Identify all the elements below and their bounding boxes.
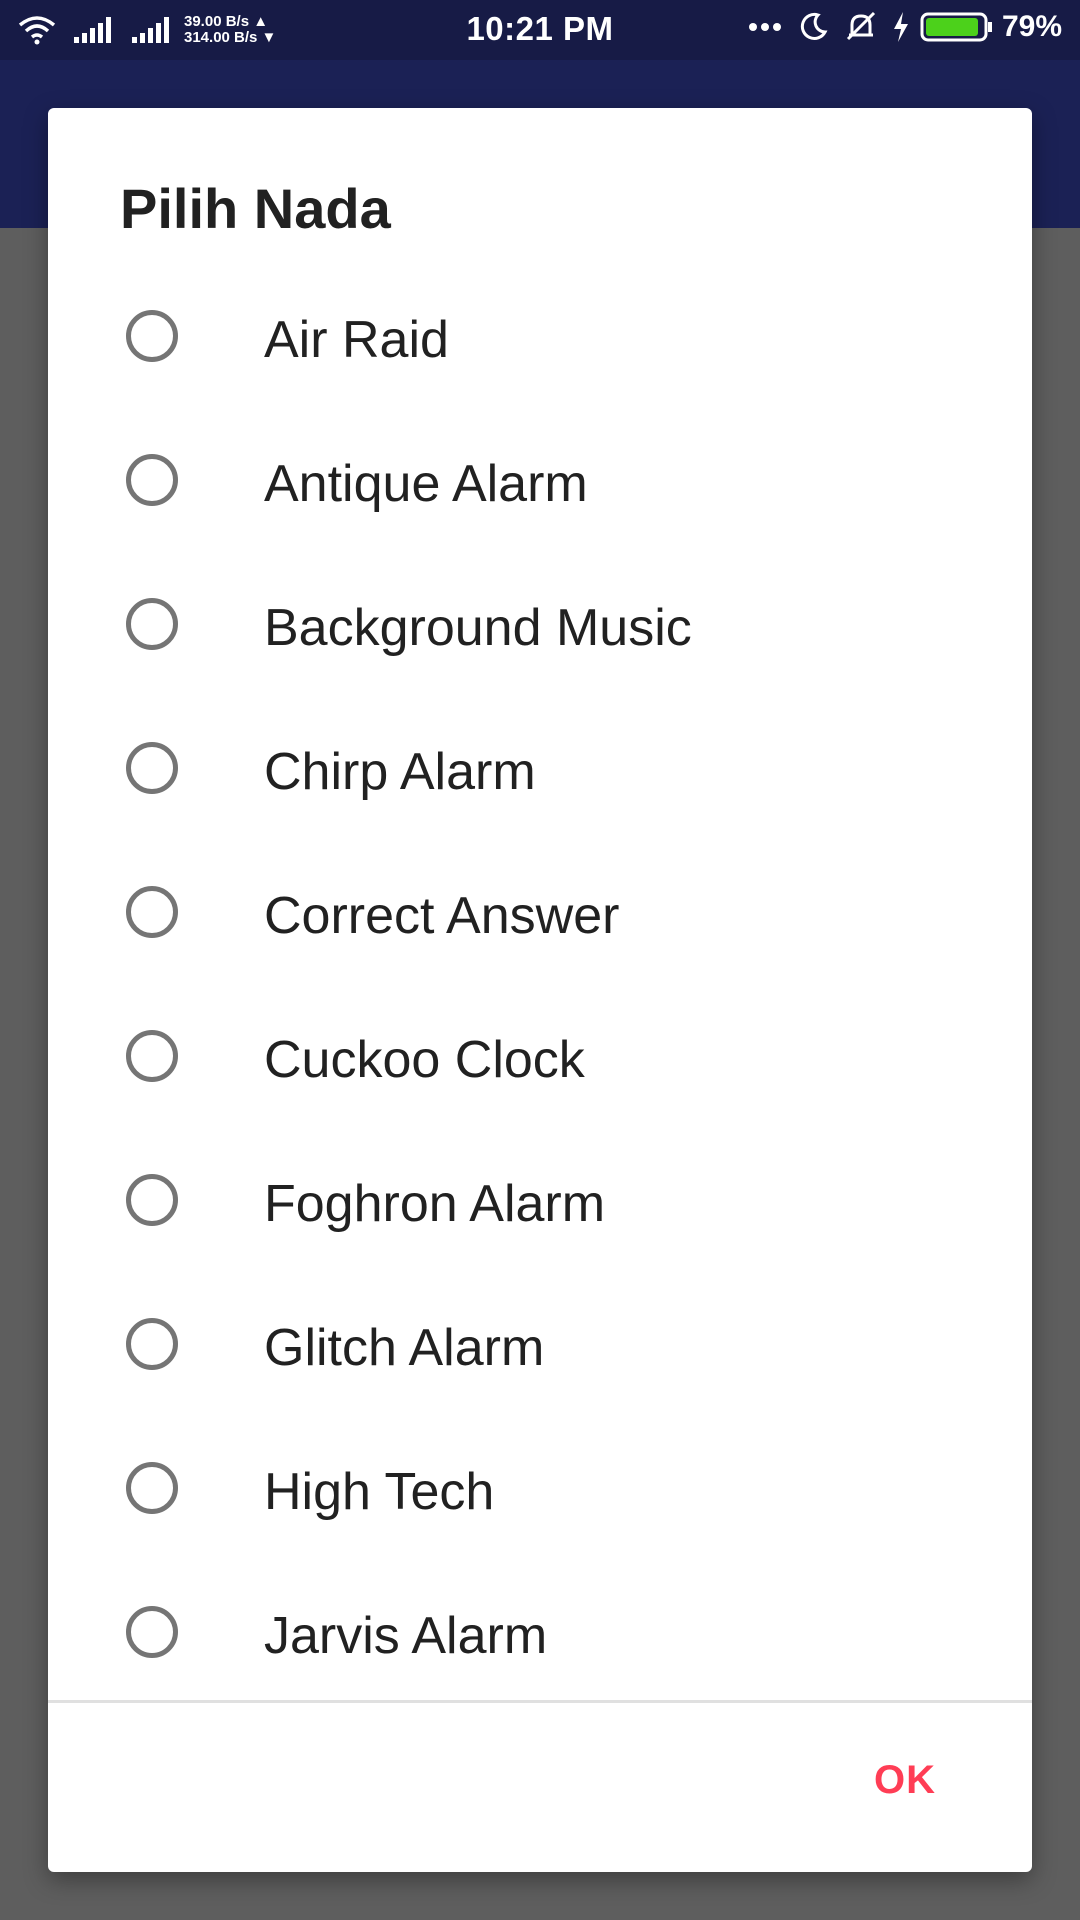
- option-label: Glitch Alarm: [264, 1319, 545, 1377]
- status-bar: 39.00 B/s ▲ 314.00 B/s ▼ 10:21 PM 79%: [0, 0, 1080, 60]
- option-label: Correct Answer: [264, 887, 620, 945]
- radio-button-unchecked-icon[interactable]: [126, 310, 178, 362]
- tone-option-foghron-alarm[interactable]: Foghron Alarm: [48, 1132, 1032, 1276]
- option-label: Chirp Alarm: [264, 743, 536, 801]
- radio-button-unchecked-icon[interactable]: [126, 886, 178, 938]
- tone-option-chirp-alarm[interactable]: Chirp Alarm: [48, 700, 1032, 844]
- moon-icon: [798, 12, 828, 42]
- status-right: 79%: [738, 10, 1062, 44]
- radio-button-unchecked-icon[interactable]: [126, 598, 178, 650]
- tone-option-jarvis-alarm[interactable]: Jarvis Alarm: [48, 1564, 1032, 1708]
- tone-option-high-tech[interactable]: High Tech: [48, 1420, 1032, 1564]
- tone-picker-dialog: Pilih Nada Air Raid Antique Alarm Backgr…: [48, 108, 1032, 1872]
- tone-option-air-raid[interactable]: Air Raid: [48, 268, 1032, 412]
- option-label: Air Raid: [264, 311, 449, 369]
- radio-button-unchecked-icon[interactable]: [126, 1174, 178, 1226]
- option-label: Cuckoo Clock: [264, 1031, 585, 1089]
- charging-icon: [892, 12, 910, 42]
- radio-button-unchecked-icon[interactable]: [126, 1462, 178, 1514]
- tone-option-correct-answer[interactable]: Correct Answer: [48, 844, 1032, 988]
- option-label: High Tech: [264, 1463, 495, 1521]
- tone-option-background-music[interactable]: Background Music: [48, 556, 1032, 700]
- option-label: Foghron Alarm: [264, 1175, 606, 1233]
- dialog-title: Pilih Nada: [120, 177, 391, 240]
- option-label: Background Music: [264, 599, 692, 657]
- option-label: Antique Alarm: [264, 455, 588, 513]
- tone-option-glitch-alarm[interactable]: Glitch Alarm: [48, 1276, 1032, 1420]
- tone-options-list: Air Raid Antique Alarm Background Music …: [48, 268, 1032, 1708]
- dialog-divider: [48, 1700, 1032, 1703]
- radio-button-unchecked-icon[interactable]: [126, 1606, 178, 1658]
- radio-button-unchecked-icon[interactable]: [126, 1318, 178, 1370]
- tone-option-antique-alarm[interactable]: Antique Alarm: [48, 412, 1032, 556]
- ok-button[interactable]: OK: [874, 1758, 936, 1803]
- battery-percent: 79%: [1001, 10, 1062, 43]
- battery-icon: [920, 11, 994, 43]
- more-icon: [748, 22, 782, 32]
- tone-option-cuckoo-clock[interactable]: Cuckoo Clock: [48, 988, 1032, 1132]
- radio-button-unchecked-icon[interactable]: [126, 1030, 178, 1082]
- radio-button-unchecked-icon[interactable]: [126, 454, 178, 506]
- mute-icon: [844, 11, 878, 43]
- option-label: Jarvis Alarm: [264, 1607, 548, 1665]
- radio-button-unchecked-icon[interactable]: [126, 742, 178, 794]
